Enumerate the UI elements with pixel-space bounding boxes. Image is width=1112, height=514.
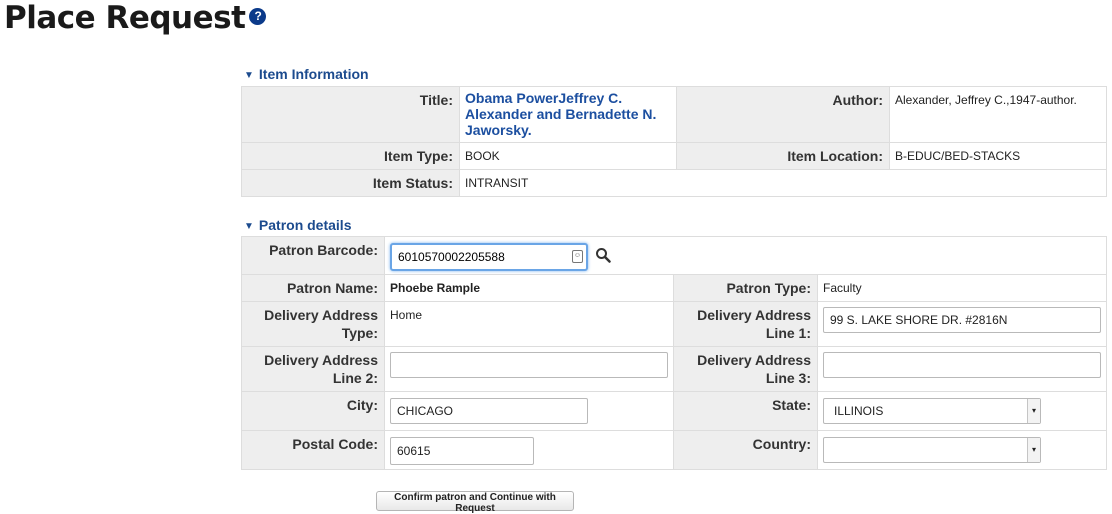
item-information-header: Item Information xyxy=(258,66,369,82)
delivery-address-line2-cell xyxy=(384,346,674,392)
patron-name-value: Phoebe Rample xyxy=(384,274,674,302)
collapse-triangle-icon: ▼ xyxy=(244,221,254,232)
dropdown-arrow-icon: ▾ xyxy=(1027,399,1040,423)
title-cell: Obama PowerJeffrey C. Alexander and Bern… xyxy=(459,86,677,143)
title-label: Title: xyxy=(241,86,460,143)
country-label: Country: xyxy=(673,430,818,470)
contact-card-icon[interactable]: ☺ xyxy=(572,250,583,263)
delivery-address-line1-label: Delivery Address Line 1: xyxy=(673,301,818,347)
patron-barcode-cell: ☺ xyxy=(384,236,1107,275)
state-selected-value: ILLINOIS xyxy=(834,404,884,418)
country-select[interactable]: ▾ xyxy=(823,437,1041,463)
state-label: State: xyxy=(673,391,818,431)
delivery-address-line1-cell xyxy=(817,301,1107,347)
postal-code-input[interactable] xyxy=(390,437,534,465)
delivery-address-line2-label: Delivery Address Line 2: xyxy=(241,346,385,392)
state-select[interactable]: ILLINOIS ▾ xyxy=(823,398,1041,424)
postal-code-label: Postal Code: xyxy=(241,430,385,470)
item-information-toggle[interactable]: ▼ Item Information xyxy=(244,66,369,82)
delivery-address-line3-input[interactable] xyxy=(823,352,1101,378)
delivery-address-type-value: Home xyxy=(384,301,674,347)
city-label: City: xyxy=(241,391,385,431)
delivery-address-type-label: Delivery Address Type: xyxy=(241,301,385,347)
delivery-address-line3-cell xyxy=(817,346,1107,392)
patron-barcode-input[interactable] xyxy=(390,243,588,271)
patron-details-table: Patron Barcode: ☺ Patron Name: Phoebe Ra… xyxy=(241,236,1107,470)
item-status-label: Item Status: xyxy=(241,169,460,197)
delivery-address-line2-input[interactable] xyxy=(390,352,668,378)
barcode-input-wrap: ☺ xyxy=(390,243,588,271)
collapse-triangle-icon: ▼ xyxy=(244,70,254,81)
item-type-label: Item Type: xyxy=(241,142,460,170)
item-location-value: B-EDUC/BED-STACKS xyxy=(889,142,1107,170)
author-value: Alexander, Jeffrey C.,1947-author. xyxy=(889,86,1107,143)
patron-type-label: Patron Type: xyxy=(673,274,818,302)
item-status-value: INTRANSIT xyxy=(459,169,1107,197)
dropdown-arrow-icon: ▾ xyxy=(1027,438,1040,462)
patron-details-header: Patron details xyxy=(258,217,352,233)
item-information-table: Title: Obama PowerJeffrey C. Alexander a… xyxy=(241,86,1107,197)
page-title: Place Request? xyxy=(4,0,267,36)
patron-type-value: Faculty xyxy=(817,274,1107,302)
author-label: Author: xyxy=(676,86,890,143)
search-icon[interactable] xyxy=(595,247,612,266)
city-input[interactable] xyxy=(390,398,588,424)
city-cell xyxy=(384,391,674,431)
patron-details-toggle[interactable]: ▼ Patron details xyxy=(244,217,352,233)
state-cell: ILLINOIS ▾ xyxy=(817,391,1107,431)
country-cell: ▾ xyxy=(817,430,1107,470)
item-location-label: Item Location: xyxy=(676,142,890,170)
title-link[interactable]: Obama PowerJeffrey C. Alexander and Bern… xyxy=(465,90,671,138)
item-type-value: BOOK xyxy=(459,142,677,170)
confirm-patron-button[interactable]: Confirm patron and Continue with Request xyxy=(376,491,574,514)
help-icon[interactable]: ? xyxy=(249,8,267,25)
delivery-address-line3-label: Delivery Address Line 3: xyxy=(673,346,818,392)
page-title-text: Place Request xyxy=(4,0,246,36)
patron-barcode-label: Patron Barcode: xyxy=(241,236,385,275)
postal-code-cell xyxy=(384,430,674,470)
patron-name-label: Patron Name: xyxy=(241,274,385,302)
delivery-address-line1-input[interactable] xyxy=(823,307,1101,333)
